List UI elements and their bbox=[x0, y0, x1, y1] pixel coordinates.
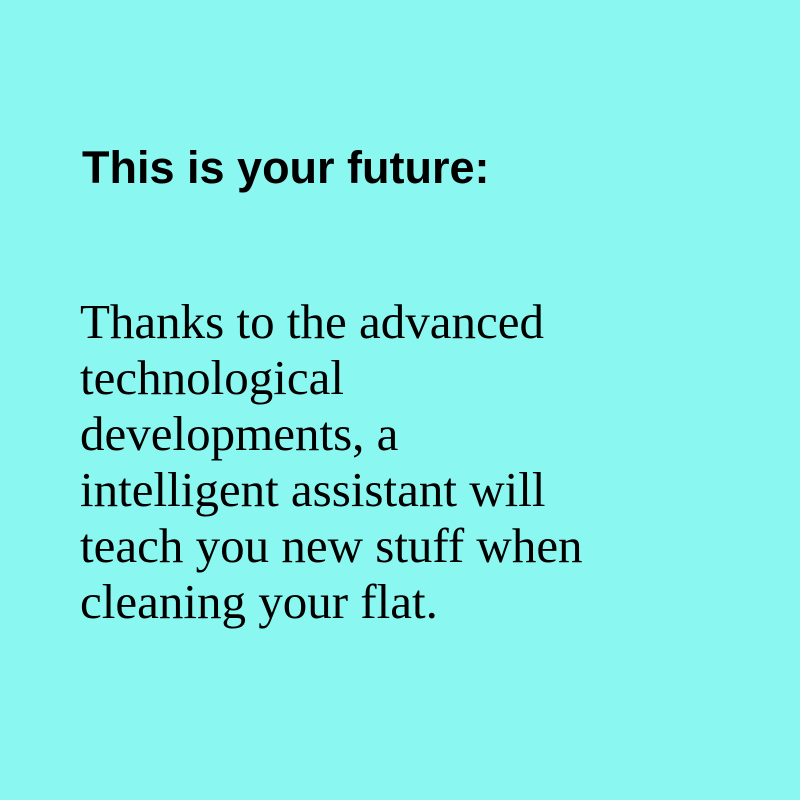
body-line-3: developments, a bbox=[80, 406, 399, 461]
body-line-4: intelligent assistant will bbox=[80, 462, 546, 517]
body-line-5: teach you new stuff when bbox=[80, 518, 583, 573]
body-line-1: Thanks to the advanced bbox=[80, 294, 544, 349]
headline: This is your future: bbox=[82, 142, 490, 193]
info-card: This is your future: Thanks to the advan… bbox=[0, 0, 800, 800]
body-line-2: technological bbox=[80, 350, 344, 405]
body-text: Thanks to the advanced technological dev… bbox=[80, 294, 583, 630]
body-line-6: cleaning your flat. bbox=[80, 574, 438, 629]
